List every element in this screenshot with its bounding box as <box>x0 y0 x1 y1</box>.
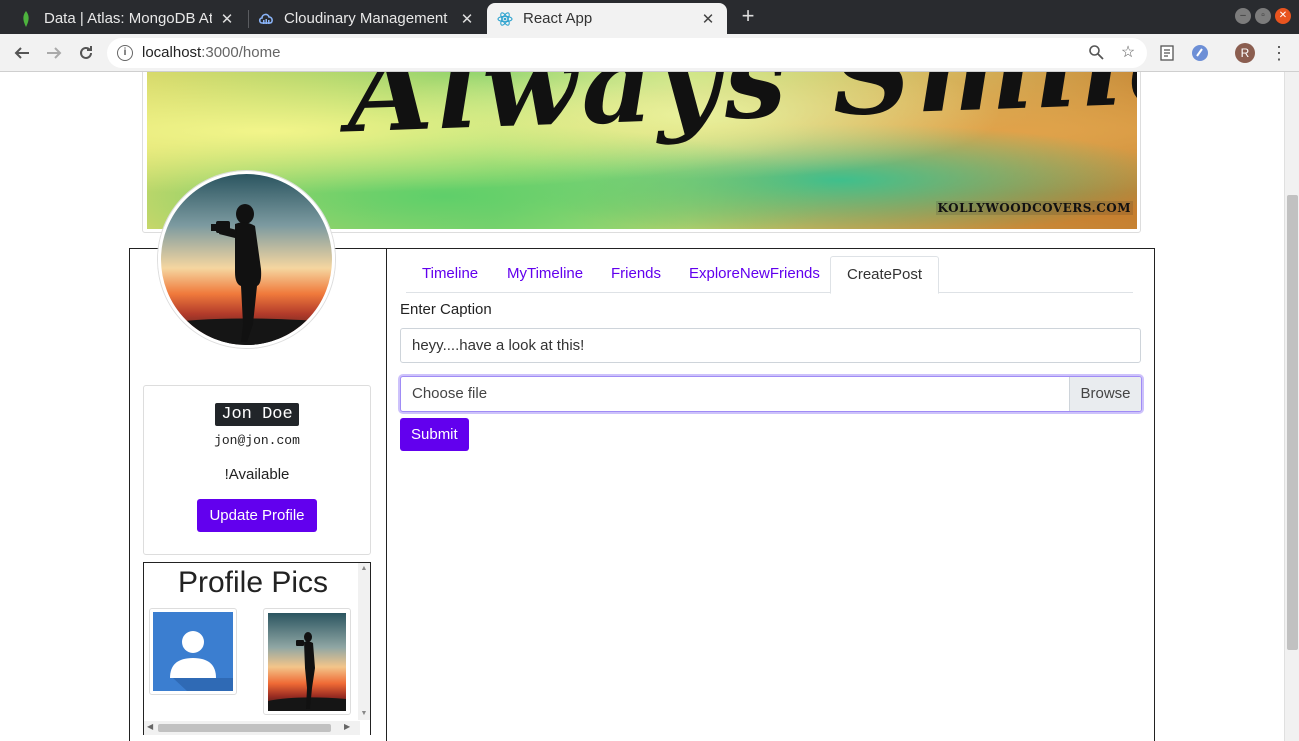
scroll-right-icon[interactable]: ▶ <box>344 722 350 731</box>
browser-tab-title: Cloudinary Management C <box>284 10 452 27</box>
page-viewport: Always Smile :) KOLLYWOODCOVERS.COM Jon … <box>0 72 1299 741</box>
close-icon[interactable]: ✕ <box>699 10 717 28</box>
browser-tab-bar: Data | Atlas: MongoDB At ✕ Cloudinary Ma… <box>0 0 1299 34</box>
new-tab-icon[interactable]: + <box>737 5 759 28</box>
tab-createpost[interactable]: CreatePost <box>830 256 940 294</box>
window-close-icon[interactable]: ✕ <box>1275 8 1291 24</box>
close-icon[interactable]: ✕ <box>458 10 476 28</box>
caption-input[interactable] <box>400 328 1141 363</box>
file-input[interactable]: Choose file Browse <box>400 376 1142 412</box>
browser-tab-mongodb[interactable]: Data | Atlas: MongoDB At ✕ <box>8 3 246 34</box>
url-text: localhost:3000/home <box>142 44 280 61</box>
tab-friends[interactable]: Friends <box>595 256 677 293</box>
menu-dots-icon[interactable]: ⋮ <box>1270 42 1288 64</box>
zoom-icon[interactable] <box>1087 44 1105 62</box>
page-extension-icon[interactable] <box>1157 43 1177 63</box>
browser-tab-cloudinary[interactable]: Cloudinary Management C ✕ <box>248 3 486 34</box>
scroll-up-icon[interactable]: ▲ <box>358 563 370 575</box>
nav-tabs: Timeline MyTimeline Friends ExploreNewFr… <box>406 256 1133 294</box>
url-host: localhost <box>142 44 202 61</box>
cloudinary-icon <box>258 11 274 27</box>
browser-tab-react-app[interactable]: React App ✕ <box>487 3 727 34</box>
forward-arrow-icon[interactable] <box>42 41 66 65</box>
user-card: Jon Doe jon@jon.com !Available Update Pr… <box>143 385 371 555</box>
tab-timeline[interactable]: Timeline <box>406 256 494 293</box>
photographer-thumbnail <box>268 613 346 711</box>
extension-icon[interactable] <box>1190 43 1210 63</box>
minimize-icon[interactable]: – <box>1235 8 1251 24</box>
tab-mytimeline[interactable]: MyTimeline <box>491 256 599 293</box>
profile-pic-thumbnail[interactable] <box>149 608 237 695</box>
photographer-silhouette <box>161 204 332 345</box>
submit-button[interactable]: Submit <box>400 418 469 451</box>
scroll-left-icon[interactable]: ◀ <box>147 722 153 731</box>
browser-tab-title: Data | Atlas: MongoDB At <box>44 10 212 27</box>
profile-pic-thumbnail[interactable] <box>263 608 351 715</box>
profile-avatar-icon[interactable]: R <box>1235 43 1255 63</box>
tab-explorenewfriends[interactable]: ExploreNewFriends <box>673 256 836 293</box>
browse-button[interactable]: Browse <box>1069 377 1141 411</box>
profile-pics-title: Profile Pics <box>178 566 329 599</box>
browser-toolbar: i localhost:3000/home ☆ R ⋮ <box>0 34 1299 72</box>
caption-label: Enter Caption <box>400 301 492 318</box>
user-email: jon@jon.com <box>214 433 300 448</box>
user-name: Jon Doe <box>215 403 299 426</box>
right-panel <box>386 248 1155 741</box>
scrollbar-thumb[interactable] <box>1287 195 1298 650</box>
browser-tab-title: React App <box>523 10 593 27</box>
default-avatar-icon <box>153 612 233 691</box>
cover-watermark: KOLLYWOODCOVERS.COM <box>935 201 1133 215</box>
pics-horizontal-scrollbar[interactable]: ◀ ▶ <box>144 721 360 735</box>
bookmark-star-icon[interactable]: ☆ <box>1119 44 1137 62</box>
profile-picture[interactable] <box>158 171 335 348</box>
scroll-down-icon[interactable]: ▼ <box>358 708 370 720</box>
back-arrow-icon[interactable] <box>10 41 34 65</box>
mongodb-leaf-icon <box>18 10 34 27</box>
maximize-icon[interactable]: ▫ <box>1255 8 1271 24</box>
cover-text: Always Smile :) <box>345 72 1137 158</box>
page-scrollbar[interactable] <box>1284 72 1299 741</box>
url-path: :3000/home <box>201 44 281 61</box>
address-bar[interactable]: i localhost:3000/home ☆ <box>107 38 1147 68</box>
reload-icon[interactable] <box>74 41 98 65</box>
react-icon <box>497 11 513 27</box>
pics-vertical-scrollbar[interactable]: ▲ ▼ <box>358 563 370 720</box>
update-profile-button[interactable]: Update Profile <box>197 499 317 532</box>
close-icon[interactable]: ✕ <box>218 10 236 28</box>
user-status: !Available <box>224 466 290 483</box>
scrollbar-thumb[interactable] <box>158 724 331 732</box>
profile-pics-box[interactable]: Profile Pics ▲ ▼ ◀ ▶ <box>143 562 371 735</box>
site-info-icon[interactable]: i <box>117 45 133 61</box>
window-controls: – ▫ ✕ <box>1235 8 1291 24</box>
file-input-placeholder: Choose file <box>412 385 488 402</box>
